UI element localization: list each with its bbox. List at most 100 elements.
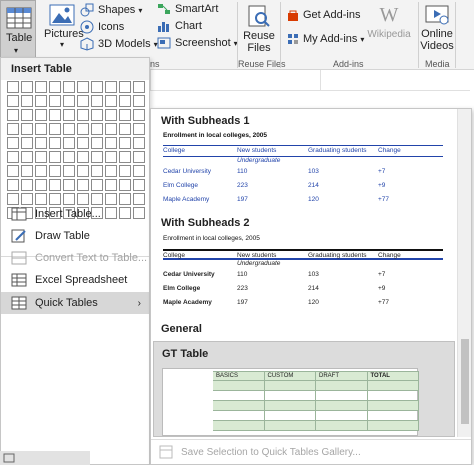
pictures-button[interactable]: Pictures ▾ <box>44 4 84 49</box>
draw-table-item[interactable]: Draw Table <box>1 225 149 247</box>
grid-cell[interactable] <box>21 165 33 177</box>
grid-cell[interactable] <box>7 151 19 163</box>
grid-cell[interactable] <box>119 151 131 163</box>
table-size-grid[interactable] <box>7 81 145 219</box>
grid-cell[interactable] <box>21 151 33 163</box>
grid-cell[interactable] <box>49 123 61 135</box>
grid-cell[interactable] <box>35 179 47 191</box>
grid-cell[interactable] <box>63 95 75 107</box>
grid-cell[interactable] <box>105 179 117 191</box>
grid-cell[interactable] <box>133 151 145 163</box>
grid-cell[interactable] <box>7 165 19 177</box>
quick-tables-item[interactable]: Quick Tables › <box>1 292 149 314</box>
grid-cell[interactable] <box>49 81 61 93</box>
shapes-button[interactable]: Shapes ▾ <box>80 3 142 17</box>
grid-cell[interactable] <box>7 179 19 191</box>
grid-cell[interactable] <box>21 95 33 107</box>
grid-cell[interactable] <box>119 95 131 107</box>
grid-cell[interactable] <box>63 179 75 191</box>
grid-cell[interactable] <box>7 123 19 135</box>
icons-button[interactable]: Icons <box>80 20 124 34</box>
grid-cell[interactable] <box>105 137 117 149</box>
grid-cell[interactable] <box>105 165 117 177</box>
grid-cell[interactable] <box>77 95 89 107</box>
grid-cell[interactable] <box>21 137 33 149</box>
grid-cell[interactable] <box>35 95 47 107</box>
grid-cell[interactable] <box>77 151 89 163</box>
grid-cell[interactable] <box>119 137 131 149</box>
insert-table-item[interactable]: Insert Table... <box>1 203 149 225</box>
grid-cell[interactable] <box>105 151 117 163</box>
grid-cell[interactable] <box>63 137 75 149</box>
reuse-files-button[interactable]: Reuse Files <box>240 4 278 54</box>
grid-cell[interactable] <box>63 165 75 177</box>
grid-cell[interactable] <box>105 109 117 121</box>
smartart-button[interactable]: SmartArt <box>157 3 218 15</box>
grid-cell[interactable] <box>91 165 103 177</box>
grid-cell[interactable] <box>49 137 61 149</box>
scrollbar-thumb[interactable] <box>461 339 469 424</box>
grid-cell[interactable] <box>119 179 131 191</box>
grid-cell[interactable] <box>133 95 145 107</box>
grid-cell[interactable] <box>35 137 47 149</box>
grid-cell[interactable] <box>91 123 103 135</box>
grid-cell[interactable] <box>133 165 145 177</box>
grid-cell[interactable] <box>133 179 145 191</box>
grid-cell[interactable] <box>49 151 61 163</box>
grid-cell[interactable] <box>35 109 47 121</box>
3d-models-button[interactable]: 3D Models ▾ <box>80 37 158 51</box>
grid-cell[interactable] <box>49 95 61 107</box>
grid-cell[interactable] <box>91 81 103 93</box>
grid-cell[interactable] <box>133 137 145 149</box>
grid-cell[interactable] <box>49 179 61 191</box>
screenshot-button[interactable]: Screenshot ▾ <box>157 37 238 49</box>
grid-cell[interactable] <box>7 109 19 121</box>
grid-cell[interactable] <box>35 81 47 93</box>
grid-cell[interactable] <box>77 123 89 135</box>
grid-cell[interactable] <box>63 151 75 163</box>
grid-cell[interactable] <box>105 81 117 93</box>
grid-cell[interactable] <box>133 81 145 93</box>
grid-cell[interactable] <box>91 95 103 107</box>
online-videos-button[interactable]: Online Videos <box>420 4 454 52</box>
grid-cell[interactable] <box>77 109 89 121</box>
grid-cell[interactable] <box>105 95 117 107</box>
grid-cell[interactable] <box>91 109 103 121</box>
grid-cell[interactable] <box>77 165 89 177</box>
grid-cell[interactable] <box>21 123 33 135</box>
grid-cell[interactable] <box>7 81 19 93</box>
grid-cell[interactable] <box>21 109 33 121</box>
grid-cell[interactable] <box>77 137 89 149</box>
grid-cell[interactable] <box>7 95 19 107</box>
grid-cell[interactable] <box>119 123 131 135</box>
grid-cell[interactable] <box>119 165 131 177</box>
grid-cell[interactable] <box>91 151 103 163</box>
my-addins-button[interactable]: My Add-ins ▾ <box>287 33 364 45</box>
grid-cell[interactable] <box>35 165 47 177</box>
excel-spreadsheet-item[interactable]: Excel Spreadsheet <box>1 269 149 291</box>
get-addins-button[interactable]: Get Add-ins <box>287 9 360 21</box>
grid-cell[interactable] <box>77 81 89 93</box>
grid-cell[interactable] <box>77 179 89 191</box>
grid-cell[interactable] <box>21 179 33 191</box>
grid-cell[interactable] <box>49 109 61 121</box>
grid-cell[interactable] <box>35 151 47 163</box>
grid-cell[interactable] <box>119 109 131 121</box>
grid-cell[interactable] <box>7 137 19 149</box>
grid-cell[interactable] <box>133 109 145 121</box>
grid-cell[interactable] <box>133 123 145 135</box>
grid-cell[interactable] <box>63 123 75 135</box>
grid-cell[interactable] <box>63 81 75 93</box>
grid-cell[interactable] <box>35 123 47 135</box>
grid-cell[interactable] <box>105 123 117 135</box>
wikipedia-button[interactable]: W Wikipedia <box>365 4 413 40</box>
save-selection-item[interactable]: Save Selection to Quick Tables Gallery..… <box>151 439 471 464</box>
grid-cell[interactable] <box>63 109 75 121</box>
convert-text-to-table-item[interactable]: Convert Text to Table... <box>1 247 149 269</box>
grid-cell[interactable] <box>119 81 131 93</box>
grid-cell[interactable] <box>49 165 61 177</box>
grid-cell[interactable] <box>21 81 33 93</box>
gallery-scrollbar[interactable] <box>457 109 471 437</box>
grid-cell[interactable] <box>91 179 103 191</box>
gt-table-item[interactable]: GT Table BASICS CUSTOM DRAFT TOTAL <box>153 341 455 437</box>
